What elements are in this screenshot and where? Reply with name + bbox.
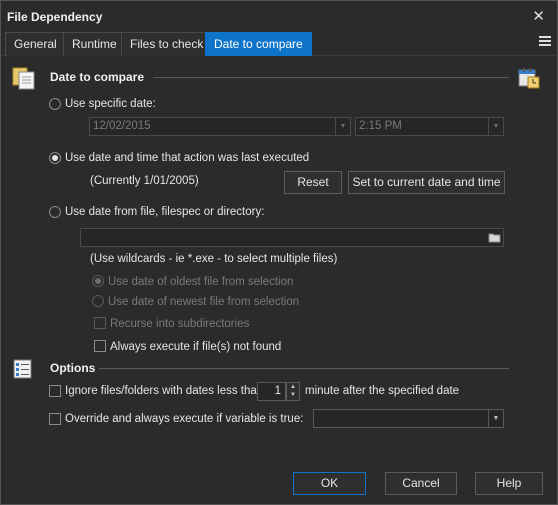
recurse-label: Recurse into subdirectories (110, 318, 250, 330)
last-executed-current: (Currently 1/01/2005) (90, 175, 199, 187)
spin-down-icon[interactable]: ▼ (287, 391, 299, 399)
tab-bar: General Runtime Files to check Date to c… (1, 32, 557, 56)
chevron-down-icon: ▼ (335, 118, 350, 135)
specific-time-picker: 2:15 PM ▼ (355, 117, 504, 136)
specific-date-picker: 12/02/2015 ▼ (89, 117, 351, 136)
documents-icon (11, 65, 37, 91)
folder-browse-icon[interactable] (488, 230, 502, 245)
calendar-clock-icon (517, 66, 541, 90)
always-execute-label: Always execute if file(s) not found (110, 341, 282, 353)
chevron-down-icon: ▼ (488, 118, 503, 135)
specific-date-label: Use specific date: (65, 98, 156, 110)
options-section-divider (99, 368, 509, 369)
newest-file-label: Use date of newest file from selection (108, 296, 300, 308)
ignore-dates-checkbox[interactable] (49, 385, 61, 397)
last-executed-radio[interactable] (49, 152, 61, 164)
wildcards-hint: (Use wildcards - ie *.exe - to select mu… (90, 253, 338, 265)
tab-general[interactable]: General (5, 32, 66, 56)
date-section-divider (153, 77, 509, 78)
override-variable-label: Override and always execute if variable … (65, 413, 304, 425)
close-icon[interactable]: ✕ (532, 7, 545, 25)
oldest-file-label: Use date of oldest file from selection (108, 276, 294, 288)
chevron-down-icon[interactable]: ▼ (488, 410, 503, 427)
cancel-button[interactable]: Cancel (385, 472, 457, 495)
ignore-minutes-input[interactable]: 1 (257, 382, 286, 401)
options-list-icon (12, 358, 34, 380)
tab-overflow-menu-icon[interactable] (539, 36, 551, 50)
tab-files-to-check[interactable]: Files to check (121, 32, 213, 56)
file-path-input[interactable] (80, 228, 504, 247)
tab-runtime[interactable]: Runtime (63, 32, 126, 56)
spin-up-icon[interactable]: ▲ (287, 383, 299, 391)
file-dependency-dialog: File Dependency ✕ General Runtime Files … (0, 0, 558, 505)
ignore-dates-label: Ignore files/folders with dates less tha… (65, 385, 264, 397)
help-button[interactable]: Help (475, 472, 543, 495)
window-title: File Dependency (7, 10, 103, 24)
reset-button[interactable]: Reset (284, 171, 342, 194)
from-file-radio[interactable] (49, 206, 61, 218)
recurse-checkbox[interactable] (94, 317, 106, 329)
date-section-title: Date to compare (50, 70, 145, 84)
oldest-file-radio[interactable] (92, 275, 104, 287)
newest-file-radio[interactable] (92, 295, 104, 307)
set-current-date-button[interactable]: Set to current date and time (348, 171, 505, 194)
override-variable-checkbox[interactable] (49, 413, 61, 425)
last-executed-label: Use date and time that action was last e… (65, 152, 310, 164)
specific-time-value: 2:15 PM (359, 120, 402, 132)
override-variable-select[interactable]: ▼ (313, 409, 504, 428)
ignore-minutes-stepper[interactable]: ▲ ▼ (286, 382, 300, 401)
from-file-label: Use date from file, filespec or director… (65, 206, 265, 218)
tab-date-to-compare[interactable]: Date to compare (205, 32, 312, 56)
options-section-title: Options (50, 361, 96, 375)
specific-date-radio[interactable] (49, 98, 61, 110)
ok-button[interactable]: OK (293, 472, 366, 495)
title-bar: File Dependency ✕ (1, 1, 557, 31)
ignore-dates-suffix: minute after the specified date (305, 385, 460, 397)
specific-date-value: 12/02/2015 (93, 120, 151, 132)
always-execute-checkbox[interactable] (94, 340, 106, 352)
